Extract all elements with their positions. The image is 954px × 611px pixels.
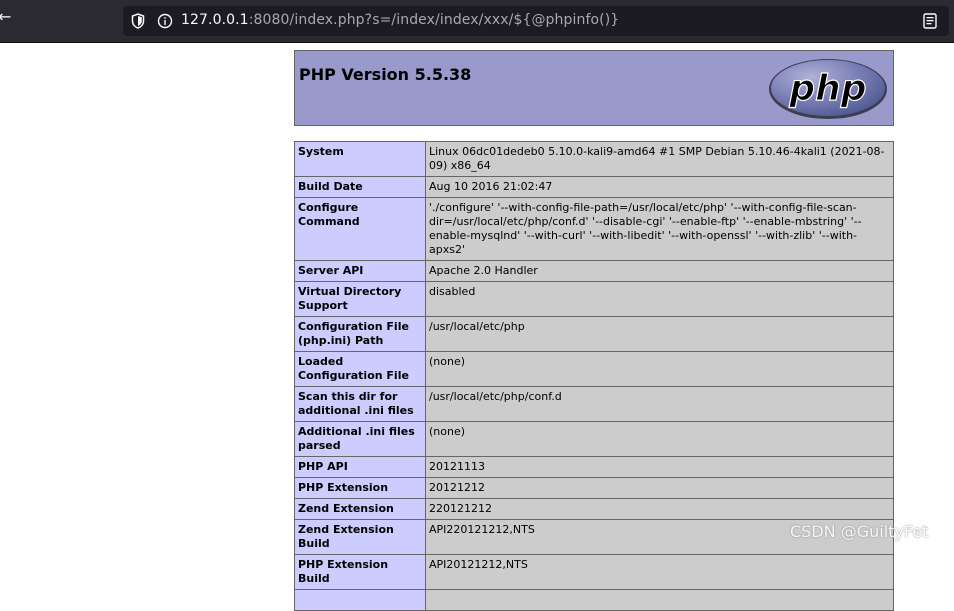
row-key: Additional .ini files parsed — [294, 421, 426, 457]
table-row: Additional .ini files parsed (none) — [294, 421, 894, 457]
row-key: PHP Extension — [294, 477, 426, 499]
row-value: disabled — [425, 281, 894, 317]
table-row: Configuration File (php.ini) Path/usr/lo… — [294, 316, 894, 352]
row-value: /usr/local/etc/php/conf.d — [425, 386, 894, 422]
url-bar[interactable]: 127.0.0.1:8080/index.php?s=/index/index/… — [123, 6, 949, 36]
row-value — [425, 589, 894, 611]
row-key: Scan this dir for additional .ini files — [294, 386, 426, 422]
watermark: CSDN @GuiltyFet — [790, 522, 929, 541]
row-key: PHP Extension Build — [294, 554, 426, 590]
row-key: System — [294, 141, 426, 177]
table-row: PHP Extension 20121212 — [294, 477, 894, 499]
row-key: Configure Command — [294, 197, 426, 261]
row-value: /usr/local/etc/php — [425, 316, 894, 352]
row-value: './configure' '--with-config-file-path=/… — [425, 197, 894, 261]
shield-icon[interactable] — [131, 13, 145, 33]
row-key: Zend Extension Build — [294, 519, 426, 555]
php-version-header: PHP Version 5.5.38 php — [294, 50, 894, 126]
table-row: System Linux 06dc01dedeb0 5.10.0-kali9-am… — [294, 141, 894, 177]
page-title: PHP Version 5.5.38 — [299, 65, 472, 84]
table-row: PHP Extension Build API20121212,NTS — [294, 554, 894, 590]
row-value: 20121113 — [425, 456, 894, 478]
php-logo-text: php — [788, 68, 866, 109]
table-row: Configure Command './configure' '--with-c… — [294, 197, 894, 261]
row-key: Loaded Configuration File — [294, 351, 426, 387]
reader-view-icon[interactable] — [923, 13, 937, 33]
table-row: Zend Extension 220121212 — [294, 498, 894, 520]
browser-toolbar: ← 127.0.0.1:8080/index.php?s=/index/inde… — [0, 0, 954, 43]
table-row: Loaded Configuration File (none) — [294, 351, 894, 387]
php-logo[interactable]: php — [767, 57, 889, 125]
row-key: PHP API — [294, 456, 426, 478]
table-row — [294, 589, 894, 611]
row-value: 220121212 — [425, 498, 894, 520]
row-key: Build Date — [294, 176, 426, 198]
url-path: :8080/index.php?s=/index/index/xxx/${@ph… — [248, 12, 620, 28]
row-key: Virtual Directory Support — [294, 281, 426, 317]
table-row: PHP API 20121113 — [294, 456, 894, 478]
back-arrow-icon[interactable]: ← — [0, 7, 11, 26]
row-value: (none) — [425, 421, 894, 457]
row-value: 20121212 — [425, 477, 894, 499]
row-value: API20121212,NTS — [425, 554, 894, 590]
table-row: Scan this dir for additional .ini files /… — [294, 386, 894, 422]
info-icon[interactable] — [157, 13, 173, 33]
row-value: Linux 06dc01dedeb0 5.10.0-kali9-amd64 #1… — [425, 141, 894, 177]
row-key — [294, 589, 426, 611]
table-row: Virtual Directory Support disabled — [294, 281, 894, 317]
row-key: Configuration File (php.ini) Path — [294, 316, 426, 352]
url-host: 127.0.0.1 — [181, 12, 249, 28]
table-row: Build Date Aug 10 2016 21:02:47 — [294, 176, 894, 198]
table-row: Server API Apache 2.0 Handler — [294, 260, 894, 282]
url-text[interactable]: 127.0.0.1:8080/index.php?s=/index/index/… — [181, 12, 619, 28]
row-key: Zend Extension — [294, 498, 426, 520]
row-value: (none) — [425, 351, 894, 387]
row-key: Server API — [294, 260, 426, 282]
row-value: Aug 10 2016 21:02:47 — [425, 176, 894, 198]
row-value: Apache 2.0 Handler — [425, 260, 894, 282]
